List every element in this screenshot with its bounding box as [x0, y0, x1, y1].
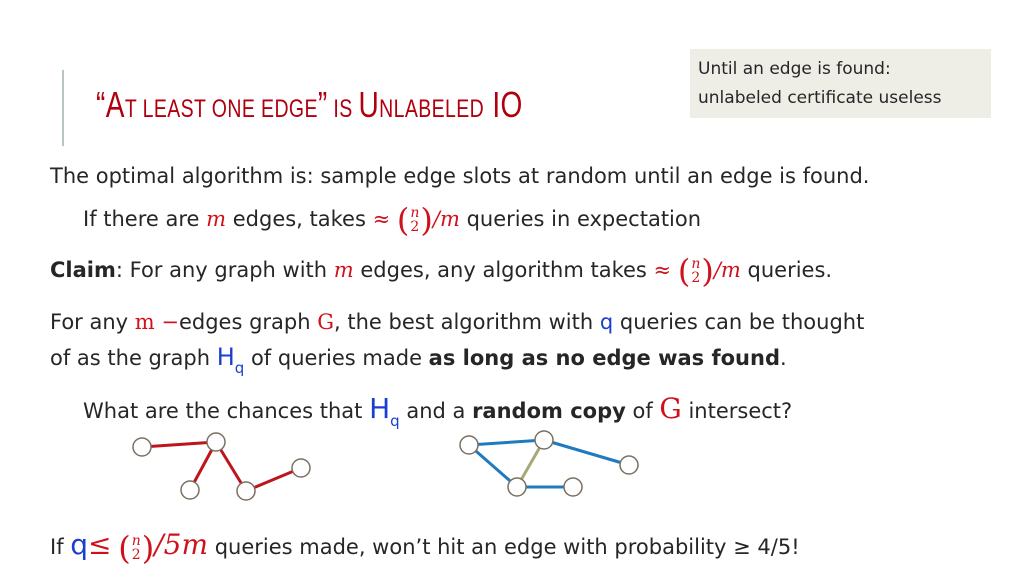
graph-node: [507, 477, 527, 497]
binomial-n-choose-2: (n 2): [677, 252, 714, 290]
graph-edge: [543, 438, 630, 467]
note-line-2: unlabeled certificate useless: [698, 88, 942, 108]
graph-edge: [141, 440, 217, 449]
graph-edge: [188, 441, 218, 491]
graph-node: [236, 481, 256, 501]
graph-h: [459, 430, 639, 497]
callout-note: Until an edge is found: unlabeled certif…: [690, 49, 991, 118]
graph-node: [206, 432, 226, 452]
title-accent-bar: [62, 70, 64, 146]
slide-title: “At least one edge” is Unlabeled IO: [96, 84, 523, 125]
binomial-n-choose-2: (n 2): [118, 529, 155, 567]
question-text: What are the chances that Hq and a rando…: [83, 392, 793, 430]
paragraph-line-2: of as the graph Hq of queries made as lo…: [50, 343, 787, 377]
graph-edge: [468, 438, 545, 447]
graph-edge: [245, 466, 302, 493]
note-line-1: Until an edge is found:: [698, 59, 891, 79]
claim-text: Claim: For any graph with m edges, any a…: [50, 252, 833, 290]
graph-edge: [515, 439, 546, 488]
graph-edge: [214, 441, 248, 492]
conclusion-text: If q≤ (n 2)/5m queries made, won’t hit an…: [50, 528, 800, 567]
paragraph-line-1: For any m −edges graph G, the best algor…: [50, 310, 865, 334]
optimal-algorithm-text: The optimal algorithm is: sample edge sl…: [50, 164, 870, 188]
graph-node: [619, 455, 639, 475]
graph-node: [534, 430, 554, 450]
graph-node: [180, 480, 200, 500]
graph-edge: [468, 443, 518, 489]
expected-queries-text: If there are m edges, takes ≈ (n 2)/m que…: [83, 201, 702, 239]
graph-node: [132, 437, 152, 457]
graph-node: [563, 477, 583, 497]
graph-node: [459, 435, 479, 455]
graph-g: [132, 432, 311, 501]
graph-node: [291, 458, 311, 478]
binomial-n-choose-2: (n 2): [396, 201, 433, 239]
